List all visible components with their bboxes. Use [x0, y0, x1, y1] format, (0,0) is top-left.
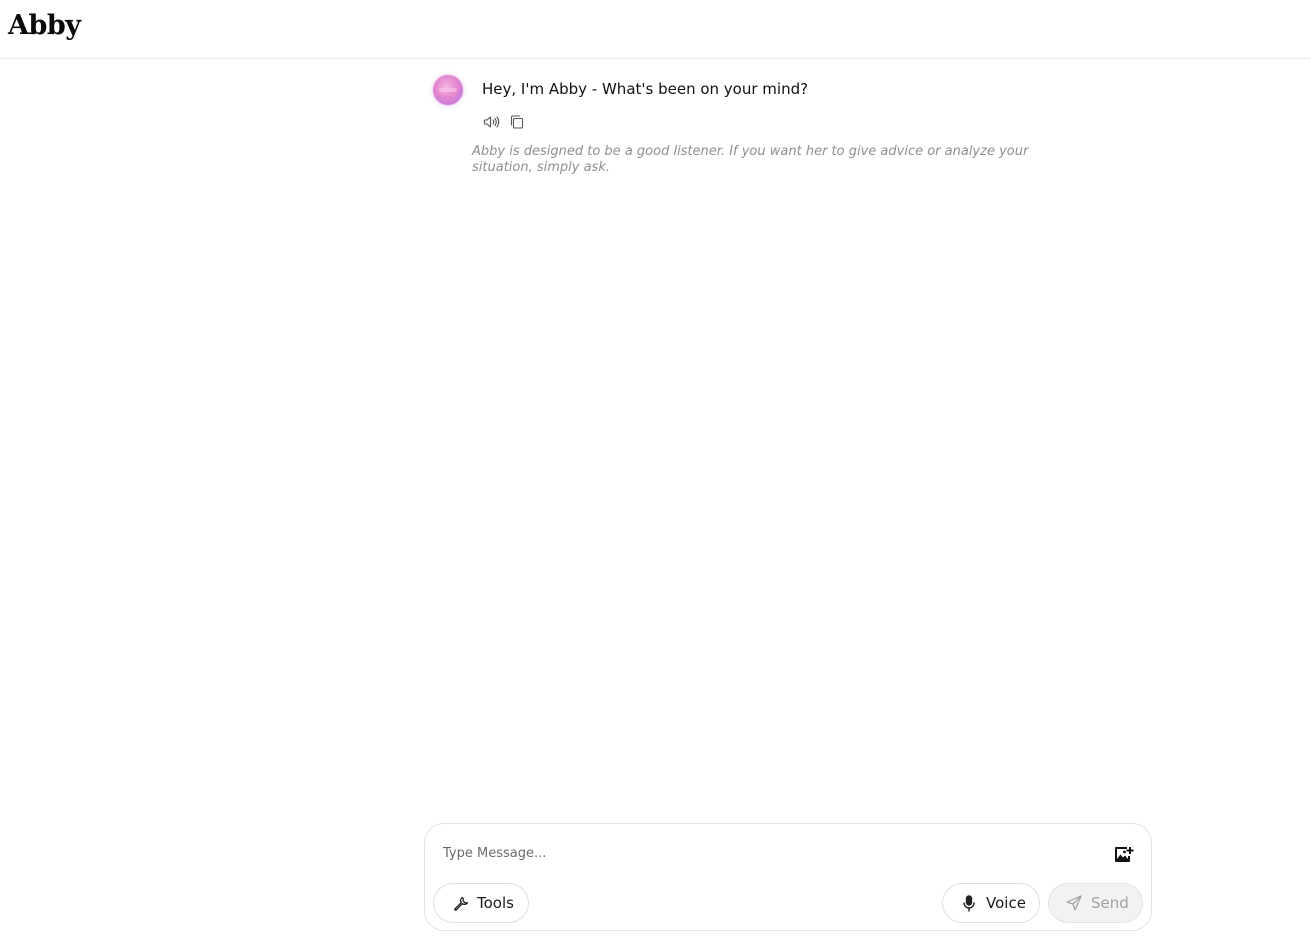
message-input[interactable] [443, 842, 1083, 864]
speaker-icon[interactable] [482, 113, 500, 131]
add-image-icon[interactable] [1113, 844, 1135, 866]
voice-button[interactable]: Voice [942, 883, 1040, 923]
listener-disclaimer: Abby is designed to be a good listener. … [472, 144, 1029, 175]
voice-label: Voice [986, 894, 1026, 912]
copy-icon[interactable] [508, 113, 526, 131]
message-composer: Tools Voice Send [424, 823, 1152, 931]
tools-label: Tools [477, 894, 514, 912]
send-label: Send [1091, 894, 1129, 912]
app-logo[interactable]: Abby [8, 9, 81, 43]
send-button[interactable]: Send [1048, 883, 1143, 923]
app-root: Abby Hey, I'm Abby - What's been on your… [0, 0, 1311, 941]
abby-avatar [433, 75, 463, 105]
wrench-icon [451, 894, 469, 912]
microphone-icon [960, 894, 978, 912]
message-actions [482, 113, 526, 131]
header: Abby [0, 0, 1311, 59]
tools-button[interactable]: Tools [433, 883, 529, 923]
send-icon [1065, 894, 1083, 912]
assistant-message: Hey, I'm Abby - What's been on your mind… [482, 80, 809, 98]
